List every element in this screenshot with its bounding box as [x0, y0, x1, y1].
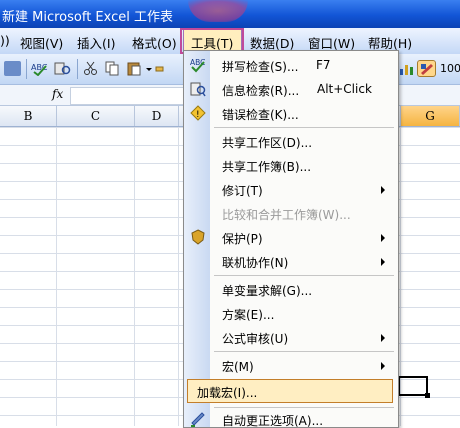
menu-item-goal-seek[interactable]: 单变量求解(G)...	[184, 277, 398, 301]
drawing-icon[interactable]	[417, 60, 436, 77]
menu-item-protection[interactable]: 保护(P)	[184, 225, 398, 249]
menu-item-formula-auditing[interactable]: 公式审核(U)	[184, 325, 398, 349]
submenu-arrow-icon	[381, 334, 385, 342]
tools-menu: ABC 拼写检查(S)... F7 信息检索(R)... Alt+Click !…	[183, 50, 399, 428]
error-check-icon: !	[190, 105, 206, 121]
menu-separator	[214, 275, 394, 276]
menu-item-research[interactable]: 信息检索(R)... Alt+Click	[184, 77, 398, 101]
protection-icon	[190, 229, 206, 245]
toolbar-separator	[77, 59, 78, 79]
column-header-b[interactable]: B	[0, 106, 57, 126]
toolbar-icon[interactable]	[4, 61, 21, 76]
menu-insert[interactable]: 插入(I)	[77, 33, 115, 52]
submenu-arrow-icon	[381, 362, 385, 370]
insert-function-icon[interactable]: fx	[52, 87, 63, 101]
spelling-icon: ABC	[190, 57, 206, 73]
menu-item-track-changes[interactable]: 修订(T)	[184, 177, 398, 201]
window-title: 新建 Microsoft Excel 工作表	[2, 10, 173, 25]
menu-item-share-workbook[interactable]: 共享工作簿(B)...	[184, 153, 398, 177]
submenu-arrow-icon	[381, 186, 385, 194]
menu-item-scenarios[interactable]: 方案(E)...	[184, 301, 398, 325]
svg-text:!: !	[196, 110, 200, 120]
column-header-c[interactable]: C	[57, 106, 135, 126]
menu-separator	[214, 351, 394, 352]
submenu-arrow-icon	[381, 258, 385, 266]
menu-item-online-collaboration[interactable]: 联机协作(N)	[184, 249, 398, 273]
menu-item-autocorrect[interactable]: 自动更正选项(A)...	[184, 407, 398, 427]
menu-view[interactable]: 视图(V)	[20, 33, 63, 52]
menu-item-error-check[interactable]: ! 错误检查(K)...	[184, 101, 398, 125]
research-icon	[190, 81, 206, 97]
menu-item-spelling[interactable]: ABC 拼写检查(S)... F7	[184, 53, 398, 77]
zoom-box[interactable]: 100	[440, 62, 460, 75]
format-painter-icon[interactable]	[155, 61, 165, 76]
spelling-icon[interactable]: ABC	[31, 61, 48, 77]
column-header-d[interactable]: D	[135, 106, 179, 126]
cut-icon[interactable]	[82, 61, 99, 76]
menu-partial[interactable]: ))	[0, 33, 10, 48]
menu-format[interactable]: 格式(O)	[132, 33, 177, 52]
paste-dropdown-chevron-icon[interactable]	[145, 61, 153, 76]
copy-icon[interactable]	[104, 61, 121, 76]
menu-item-add-ins[interactable]: 加载宏(I)...	[187, 379, 393, 403]
title-bar: 新建 Microsoft Excel 工作表	[0, 0, 460, 28]
submenu-arrow-icon	[381, 234, 385, 242]
menu-item-compare-merge: 比较和合并工作簿(W)...	[222, 208, 351, 222]
chart-icon[interactable]	[398, 61, 415, 76]
active-cell[interactable]	[398, 376, 428, 396]
fill-handle[interactable]	[425, 393, 430, 398]
column-header-g[interactable]: G	[401, 106, 460, 126]
research-icon[interactable]	[54, 61, 71, 76]
menu-item-macro[interactable]: 宏(M)	[184, 353, 398, 377]
autocorrect-icon	[190, 411, 206, 427]
highlight-glow	[188, 0, 248, 22]
menu-item-shared-workspace[interactable]: 共享工作区(D)...	[184, 129, 398, 153]
menu-separator	[214, 127, 394, 128]
paste-icon[interactable]	[126, 61, 143, 76]
toolbar-separator	[26, 59, 27, 79]
formula-input[interactable]	[70, 87, 192, 105]
